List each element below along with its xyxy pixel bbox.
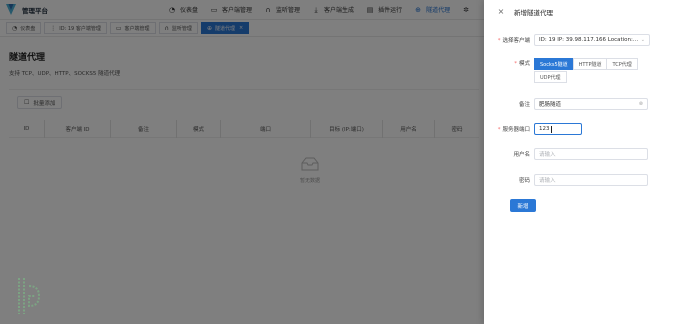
- app-root: 管理平台 ◔ 仪表盘 ▭ 客户端管理 ∩ 监听管理 ⤓ 客户端生成 ▤ 插件运行: [0, 0, 690, 324]
- text-caret: [550, 125, 552, 133]
- submit-button[interactable]: 新增: [510, 199, 536, 212]
- port-row: * 服务器端口 123: [484, 123, 582, 135]
- mode-option-http[interactable]: HTTP隧道: [572, 58, 608, 70]
- chevron-down-icon: ⌄: [640, 37, 645, 43]
- port-label: * 服务器端口: [497, 127, 530, 133]
- drawer-header: × 新增隧道代理: [484, 0, 690, 24]
- username-row: 用户名 请输入: [484, 148, 648, 160]
- password-placeholder: 请输入: [539, 178, 556, 184]
- client-row: * 选择客户端 ID: 19 IP: 39.98.117.166 Location…: [484, 34, 650, 46]
- mode-label: * 模式: [514, 61, 530, 67]
- remark-input[interactable]: 肥肠隧道 ⊗: [534, 98, 648, 110]
- port-input[interactable]: 123: [534, 123, 582, 135]
- new-tunnel-drawer: × 新增隧道代理 * 选择客户端 ID: 19 IP: 39.98.117.166…: [484, 0, 690, 324]
- mode-row: * 模式 Socks5隧道 HTTP隧道 TCP代理 UDP代理: [484, 58, 660, 84]
- client-label-text: 选择客户端: [502, 38, 530, 44]
- mode-option-socks5[interactable]: Socks5隧道: [534, 58, 574, 70]
- watermark-logo-icon: [18, 278, 40, 314]
- remark-row: 备注 肥肠隧道 ⊗: [484, 98, 648, 110]
- modal-mask[interactable]: [0, 0, 484, 324]
- mode-option-tcp[interactable]: TCP代理: [606, 58, 638, 70]
- username-placeholder: 请输入: [539, 152, 556, 158]
- remark-value: 肥肠隧道: [539, 102, 562, 108]
- port-value: 123: [539, 126, 550, 132]
- password-label: 密码: [518, 178, 530, 184]
- client-select[interactable]: ID: 19 IP: 39.98.117.166 Location:... ⌄: [534, 34, 650, 46]
- username-label: 用户名: [513, 152, 530, 158]
- close-icon[interactable]: ×: [496, 7, 506, 17]
- client-select-value: ID: 19 IP: 39.98.117.166 Location:...: [539, 37, 639, 43]
- username-input[interactable]: 请输入: [534, 148, 648, 160]
- client-label: * 选择客户端: [497, 38, 530, 44]
- drawer-title: 新增隧道代理: [514, 9, 553, 17]
- password-row: 密码 请输入: [484, 174, 648, 186]
- remark-label: 备注: [518, 102, 530, 108]
- password-input[interactable]: 请输入: [534, 174, 648, 186]
- mode-label-text: 模式: [518, 61, 530, 67]
- clear-icon[interactable]: ⊗: [639, 99, 643, 109]
- mode-segmented: Socks5隧道 HTTP隧道 TCP代理 UDP代理: [534, 58, 660, 84]
- mode-option-udp[interactable]: UDP代理: [534, 71, 567, 83]
- port-label-text: 服务器端口: [502, 127, 530, 133]
